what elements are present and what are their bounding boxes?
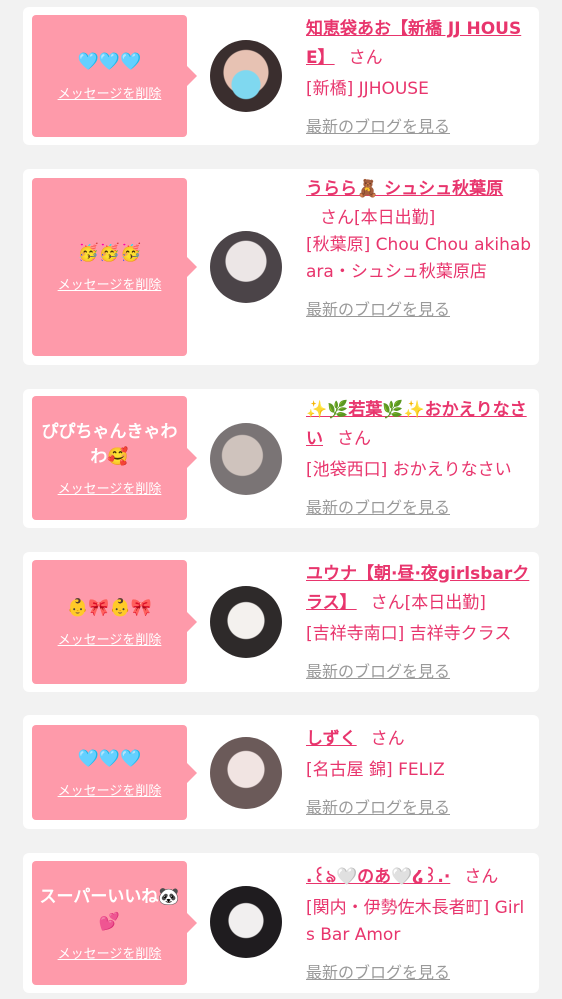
message-text: スーパーいいね🐼💕 [39, 886, 180, 932]
shop-text: [秋葉原] Chou Chou akihabara・シュシュ秋葉原店 [306, 235, 532, 282]
message-text: ぴぴちゃんきゃわわ🥰 [41, 421, 178, 467]
girl-name-link[interactable]: .꒰ঌ🤍のあ🤍໒꒱.· [306, 867, 450, 887]
profile-info: ✨🌿若葉🌿✨おかえりなさい さん [池袋西口] おかえりなさい 最新のブログを見る [306, 397, 532, 518]
list-item: 🥳🥳🥳 メッセージを削除 うらら🧸 シュシュ秋葉原さん[本日出勤] [秋葉原] … [23, 169, 539, 365]
message-text: 🩵🩵🩵 [77, 748, 142, 769]
delete-message-link[interactable]: メッセージを削除 [58, 943, 162, 962]
profile-info: ユウナ【朝·昼·夜girlsbarクラス】 さん[本日出勤] [吉祥寺南口] 吉祥… [306, 561, 532, 682]
latest-blog-link[interactable]: 最新のブログを見る [306, 494, 532, 518]
girl-name-link[interactable]: うらら🧸 シュシュ秋葉原 [306, 179, 503, 199]
shop-text: [新橋] JJHOUSE [306, 79, 429, 99]
shop-text: [池袋西口] おかえりなさい [306, 460, 512, 480]
latest-blog-link[interactable]: 最新のブログを見る [306, 959, 532, 983]
avatar[interactable] [210, 886, 282, 958]
message-text: 🥳🥳🥳 [77, 243, 142, 263]
list-item: 🩵🩵🩵 メッセージを削除 知恵袋あお【新橋 JJ HOUSE】 さん [新橋] J… [23, 7, 539, 145]
list-item: 👶🎀👶🎀 メッセージを削除 ユウナ【朝·昼·夜girlsbarクラス】 さん[本日… [23, 552, 539, 692]
delete-message-link[interactable]: メッセージを削除 [58, 478, 162, 497]
shop-text: [名古屋 錦] FELIZ [306, 760, 445, 780]
list-item: ぴぴちゃんきゃわわ🥰 メッセージを削除 ✨🌿若葉🌿✨おかえりなさい さん [池袋西… [23, 389, 539, 528]
delete-message-link[interactable]: メッセージを削除 [58, 629, 162, 648]
latest-blog-link[interactable]: 最新のブログを見る [306, 113, 532, 137]
delete-message-link[interactable]: メッセージを削除 [58, 780, 162, 799]
profile-info: .꒰ঌ🤍のあ🤍໒꒱.· さん [関内・伊勢佐木長者町] Girls Bar Amo… [306, 862, 532, 983]
delete-message-link[interactable]: メッセージを削除 [58, 83, 162, 102]
avatar[interactable] [210, 737, 282, 809]
shop-text: [吉祥寺南口] 吉祥寺クラス [306, 624, 512, 644]
list-item: スーパーいいね🐼💕 メッセージを削除 .꒰ঌ🤍のあ🤍໒꒱.· さん [関内・伊勢佐… [23, 853, 539, 993]
status-text: [本日出勤] [404, 593, 486, 613]
profile-info: うらら🧸 シュシュ秋葉原さん[本日出勤] [秋葉原] Chou Chou aki… [306, 176, 532, 320]
honorific: さん [464, 867, 499, 887]
avatar[interactable] [210, 231, 282, 303]
latest-blog-link[interactable]: 最新のブログを見る [306, 296, 532, 320]
delete-message-link[interactable]: メッセージを削除 [58, 274, 162, 293]
honorific: さん [320, 208, 354, 228]
shop-text: [関内・伊勢佐木長者町] Girls Bar Amor [306, 898, 525, 945]
message-text: 🩵🩵🩵 [77, 52, 142, 72]
avatar[interactable] [210, 586, 282, 658]
avatar[interactable] [210, 40, 282, 112]
girl-name-link[interactable]: 知恵袋あお【新橋 JJ HOUSE】 [306, 19, 521, 68]
honorific: さん [337, 429, 371, 449]
avatar[interactable] [210, 423, 282, 495]
honorific: さん [370, 593, 405, 613]
profile-info: しずく さん [名古屋 錦] FELIZ 最新のブログを見る [306, 724, 532, 818]
message-list: 🩵🩵🩵 メッセージを削除 知恵袋あお【新橋 JJ HOUSE】 さん [新橋] J… [0, 0, 562, 999]
message-text: 👶🎀👶🎀 [67, 598, 152, 618]
girl-name-link[interactable]: しずく [306, 729, 357, 749]
message-bubble: 🩵🩵🩵 メッセージを削除 [32, 15, 197, 137]
honorific: さん [370, 729, 405, 749]
message-bubble: 🥳🥳🥳 メッセージを削除 [32, 178, 197, 356]
message-bubble: スーパーいいね🐼💕 メッセージを削除 [32, 861, 197, 985]
message-bubble: ぴぴちゃんきゃわわ🥰 メッセージを削除 [32, 396, 197, 520]
list-item: 🩵🩵🩵 メッセージを削除 しずく さん [名古屋 錦] FELIZ 最新のブログを… [23, 715, 539, 829]
profile-info: 知恵袋あお【新橋 JJ HOUSE】 さん [新橋] JJHOUSE 最新のブログ… [306, 16, 532, 137]
latest-blog-link[interactable]: 最新のブログを見る [306, 794, 532, 818]
status-text: [本日出勤] [354, 208, 436, 228]
latest-blog-link[interactable]: 最新のブログを見る [306, 658, 532, 682]
message-bubble: 👶🎀👶🎀 メッセージを削除 [32, 560, 197, 684]
honorific: さん [348, 48, 383, 68]
message-bubble: 🩵🩵🩵 メッセージを削除 [32, 725, 197, 820]
